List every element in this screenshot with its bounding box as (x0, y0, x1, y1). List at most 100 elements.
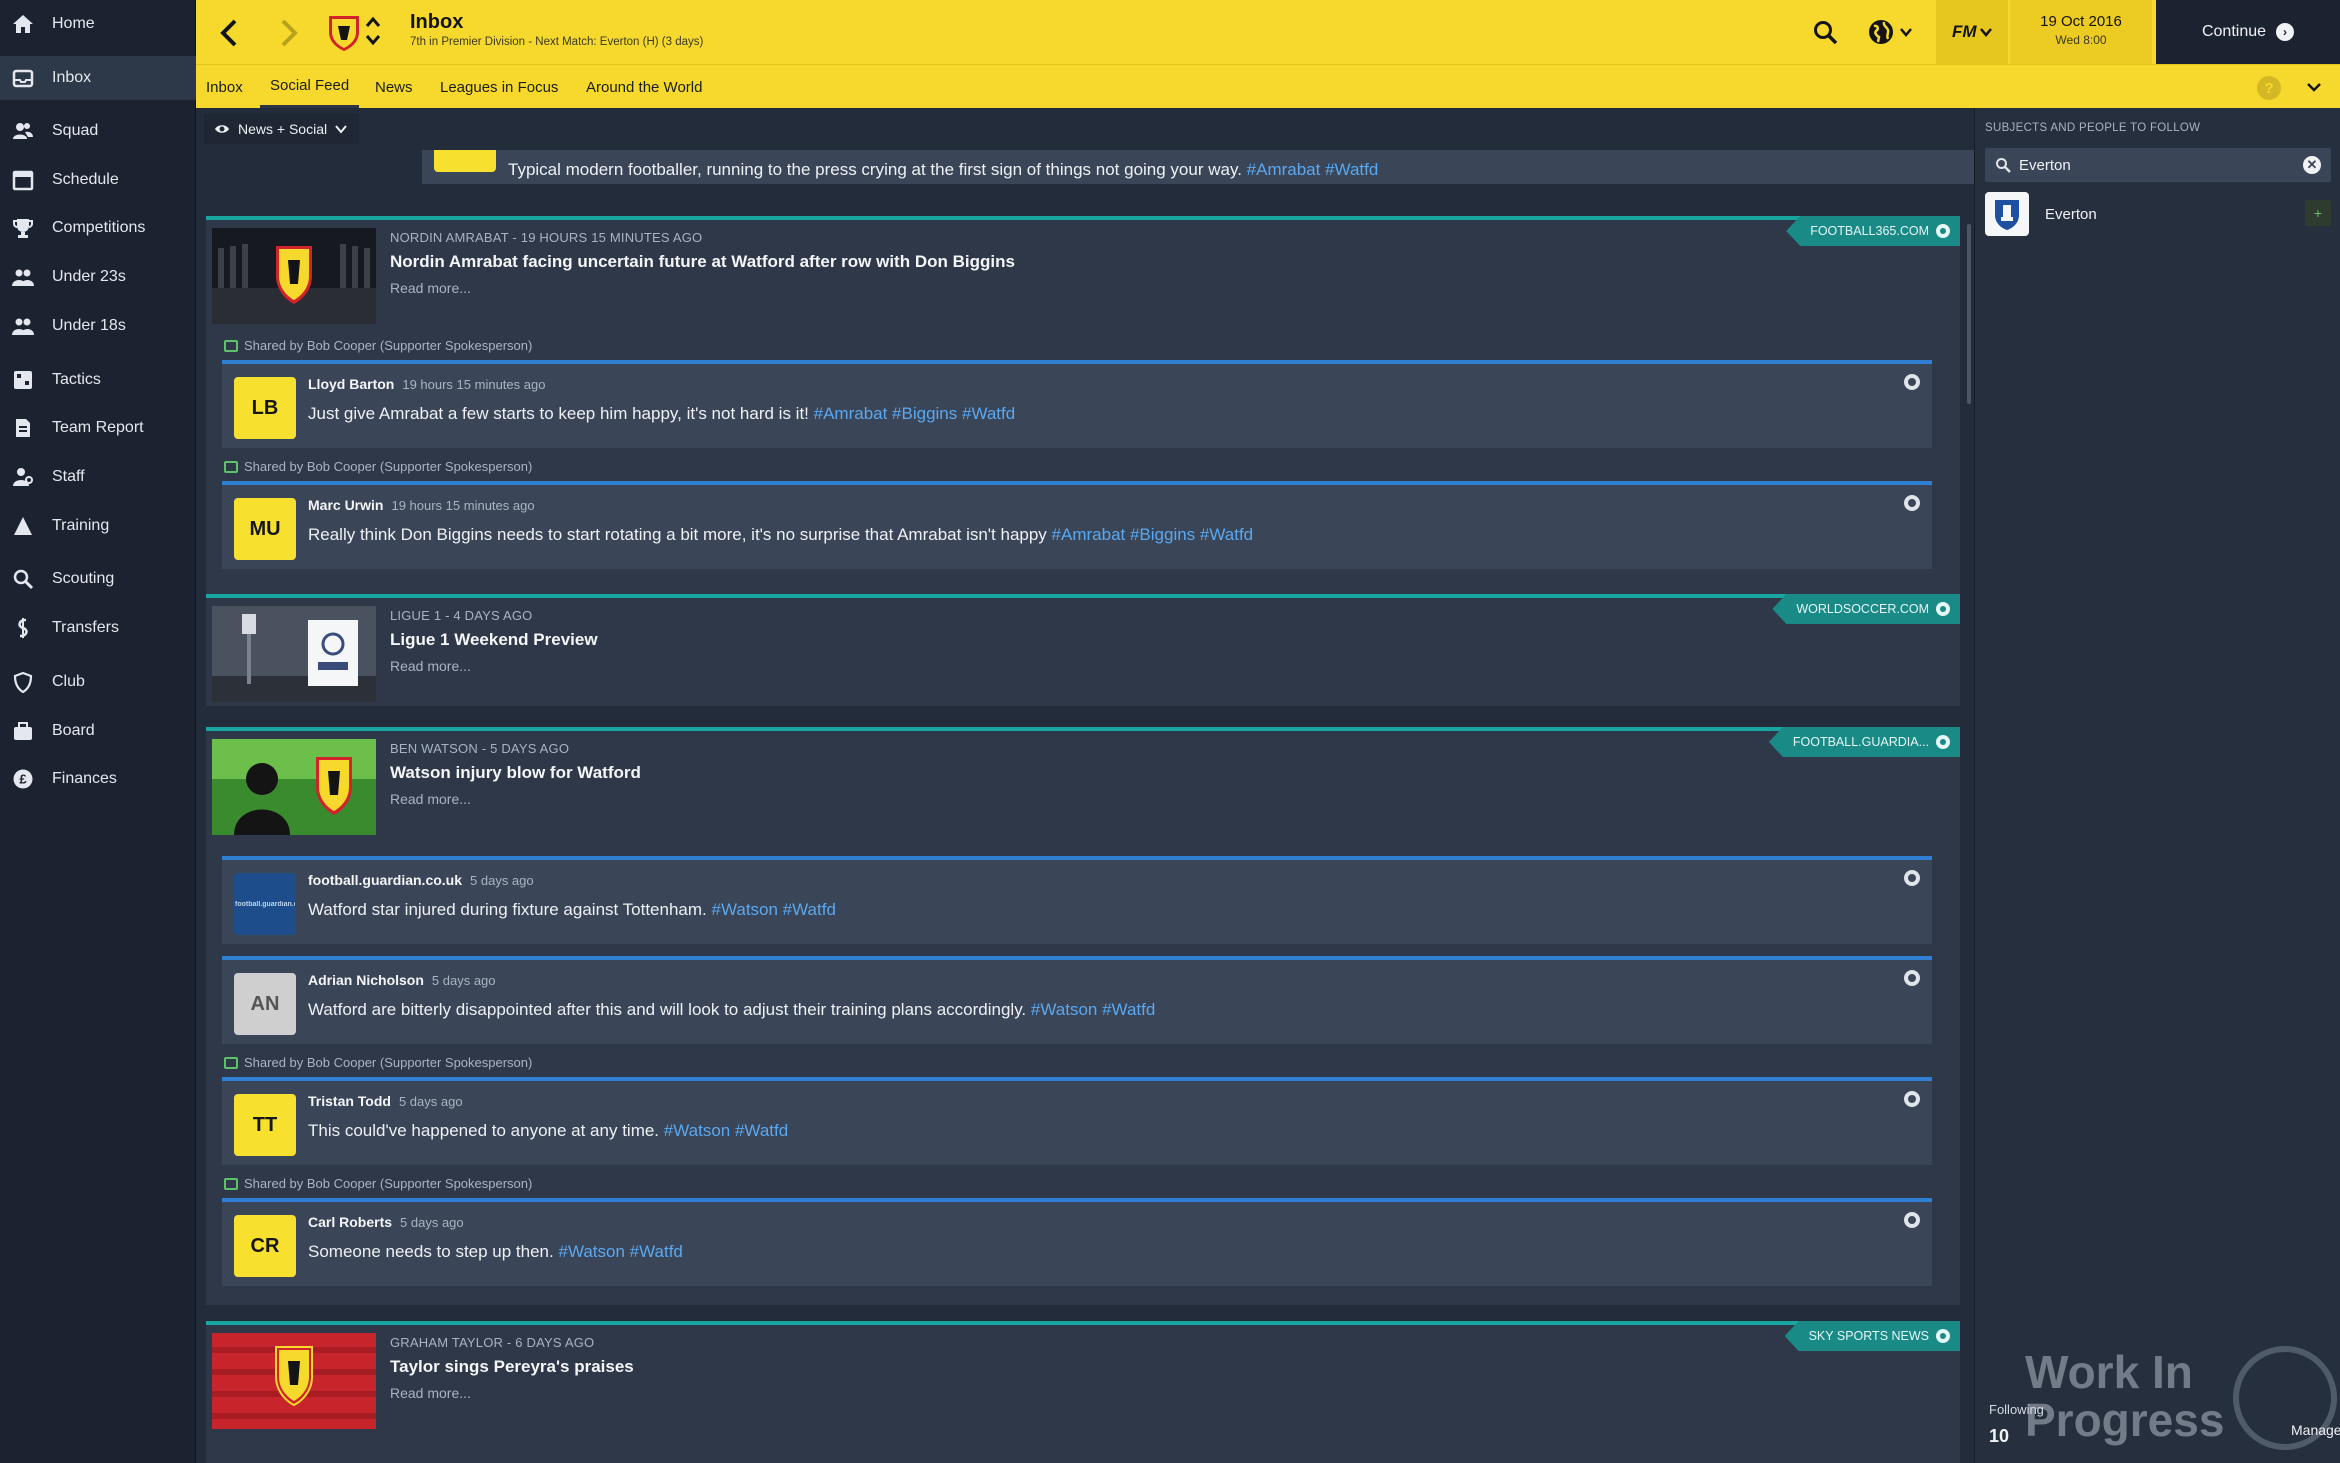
sidebar-item-competitions[interactable]: Competitions (0, 206, 196, 250)
read-more-link[interactable]: Read more... (390, 280, 471, 296)
news-card[interactable]: BEN WATSON - 5 DAYS AGO Watson injury bl… (206, 727, 1960, 1305)
avatar[interactable]: football.guardian.co.uk (234, 873, 296, 935)
back-arrow-icon[interactable] (218, 18, 240, 48)
game-date[interactable]: 19 Oct 2016 Wed 8:00 (2010, 0, 2152, 64)
fm-menu-button[interactable]: FM (1936, 0, 2008, 64)
tab-social-feed[interactable]: Social Feed (260, 65, 360, 109)
tab-news[interactable]: News (365, 65, 423, 109)
news-source-badge[interactable]: FOOTBALL365.COM (1786, 216, 1960, 246)
news-source-badge[interactable]: FOOTBALL.GUARDIA... (1768, 727, 1960, 757)
news-title[interactable]: Nordin Amrabat facing uncertain future a… (390, 252, 1015, 272)
tweet[interactable]: LB Lloyd Barton 19 hours 15 minutes ago J… (222, 360, 1932, 448)
tweet-time: 5 days ago (431, 973, 496, 988)
feed-filter-dropdown[interactable]: News + Social (204, 114, 360, 144)
follow-result[interactable]: Everton + (1985, 192, 2331, 236)
manage-button[interactable]: Manage (2291, 1422, 2340, 1438)
chevron-down-icon[interactable] (2306, 81, 2322, 93)
calendar-icon (12, 169, 34, 191)
news-title[interactable]: Ligue 1 Weekend Preview (390, 630, 598, 650)
training-icon (12, 515, 34, 537)
club-switch-icon[interactable] (364, 14, 382, 48)
sidebar-item-schedule[interactable]: Schedule (0, 158, 196, 202)
sidebar-item-label: Scouting (52, 570, 115, 587)
tweet[interactable]: MU Marc Urwin 19 hours 15 minutes ago Rea… (222, 481, 1932, 569)
clear-icon[interactable]: ✕ (2303, 156, 2321, 174)
sidebar-item-club[interactable]: Club (0, 660, 196, 704)
news-source-badge[interactable]: SKY SPORTS NEWS (1784, 1321, 1960, 1351)
sidebar-item-label: Transfers (52, 619, 119, 636)
sidebar-item-label: Staff (52, 468, 85, 485)
tab-leagues-in-focus[interactable]: Leagues in Focus (430, 65, 568, 109)
gear-icon (1936, 735, 1950, 749)
news-source-badge[interactable]: WORLDSOCCER.COM (1772, 594, 1960, 624)
news-card[interactable]: GRAHAM TAYLOR - 6 DAYS AGO Taylor sings … (206, 1321, 1960, 1463)
sidebar-item-training[interactable]: Training (0, 504, 196, 548)
gear-icon[interactable] (1904, 495, 1920, 511)
gear-icon[interactable] (1904, 870, 1920, 886)
news-title[interactable]: Watson injury blow for Watford (390, 763, 641, 783)
avatar[interactable]: CR (234, 1215, 296, 1277)
help-icon[interactable]: ? (2257, 76, 2281, 100)
sidebar-item-board[interactable]: Board (0, 709, 196, 753)
avatar[interactable]: TT (234, 1094, 296, 1156)
filter-label: News + Social (238, 121, 328, 137)
hashtags: #Amrabat #Biggins #Watfd (1051, 525, 1254, 544)
sidebar-item-inbox[interactable]: Inbox (0, 56, 196, 100)
sidebar-item-home[interactable]: Home (0, 2, 196, 46)
tweet-author[interactable]: Carl Roberts 5 days ago (308, 1214, 464, 1230)
follow-search-input[interactable] (2019, 154, 2279, 176)
sidebar-item-tactics[interactable]: Tactics (0, 358, 196, 402)
forward-arrow-icon[interactable] (278, 18, 300, 48)
tab-inbox[interactable]: Inbox (196, 65, 253, 109)
avatar[interactable]: AN (234, 973, 296, 1035)
shield-icon (12, 671, 34, 693)
tweet-author[interactable]: football.guardian.co.uk 5 days ago (308, 872, 534, 888)
club-crest-icon[interactable] (326, 12, 362, 52)
hashtags: #Watson #Watfd (1030, 1000, 1156, 1019)
sidebar-item-staff[interactable]: Staff (0, 455, 196, 499)
gear-icon[interactable] (1904, 1212, 1920, 1228)
avatar[interactable]: MU (234, 498, 296, 560)
sidebar-item-squad[interactable]: Squad (0, 109, 196, 153)
tweet[interactable]: football.guardian.co.uk football.guardia… (222, 856, 1932, 944)
globe-icon[interactable] (1866, 17, 1896, 47)
sidebar: Home Inbox Squad Schedule Competitions U… (0, 0, 196, 1463)
gear-icon (1936, 1329, 1950, 1343)
tweet[interactable]: CR Carl Roberts 5 days ago Someone needs … (222, 1198, 1932, 1286)
scrollbar[interactable] (1967, 224, 1971, 404)
tweet-author[interactable]: Lloyd Barton 19 hours 15 minutes ago (308, 376, 545, 392)
hashtags: #Watson #Watfd (558, 1242, 683, 1261)
shared-by-label: Shared by Bob Cooper (Supporter Spokespe… (224, 338, 532, 353)
sidebar-item-finances[interactable]: £ Finances (0, 757, 196, 801)
tweet[interactable]: AN Adrian Nicholson 5 days ago Watford ar… (222, 956, 1932, 1044)
tab-around-the-world[interactable]: Around the World (576, 65, 712, 109)
tweet-author[interactable]: Marc Urwin 19 hours 15 minutes ago (308, 497, 535, 513)
news-title[interactable]: Taylor sings Pereyra's praises (390, 1357, 634, 1377)
sidebar-item-team-report[interactable]: Team Report (0, 406, 196, 450)
transfers-icon (12, 617, 34, 639)
chevron-down-icon[interactable] (1979, 26, 1993, 38)
sidebar-item-under-18s[interactable]: Under 18s (0, 304, 196, 348)
follow-add-icon[interactable]: + (2305, 200, 2331, 226)
chevron-down-icon[interactable] (1899, 26, 1913, 38)
continue-button[interactable]: Continue › (2156, 0, 2340, 64)
gear-icon[interactable] (1904, 1091, 1920, 1107)
sidebar-item-transfers[interactable]: Transfers (0, 606, 196, 650)
tweet-text: This could've happened to anyone at any … (308, 1121, 789, 1140)
news-thumbnail (212, 739, 376, 835)
tweet-author[interactable]: Tristan Todd 5 days ago (308, 1093, 463, 1109)
read-more-link[interactable]: Read more... (390, 658, 471, 674)
sidebar-item-under-23s[interactable]: Under 23s (0, 255, 196, 299)
tweet[interactable]: TT Tristan Todd 5 days ago This could've … (222, 1077, 1932, 1165)
sidebar-item-scouting[interactable]: Scouting (0, 557, 196, 601)
search-icon[interactable] (1812, 19, 1838, 45)
avatar[interactable]: LB (234, 377, 296, 439)
read-more-link[interactable]: Read more... (390, 1385, 471, 1401)
news-card[interactable]: LIGUE 1 - 4 DAYS AGO Ligue 1 Weekend Pre… (206, 594, 1960, 706)
sidebar-item-label: Finances (52, 770, 117, 787)
gear-icon[interactable] (1904, 374, 1920, 390)
read-more-link[interactable]: Read more... (390, 791, 471, 807)
follow-search[interactable]: ✕ (1985, 148, 2331, 182)
gear-icon[interactable] (1904, 970, 1920, 986)
tweet-author[interactable]: Adrian Nicholson 5 days ago (308, 972, 496, 988)
